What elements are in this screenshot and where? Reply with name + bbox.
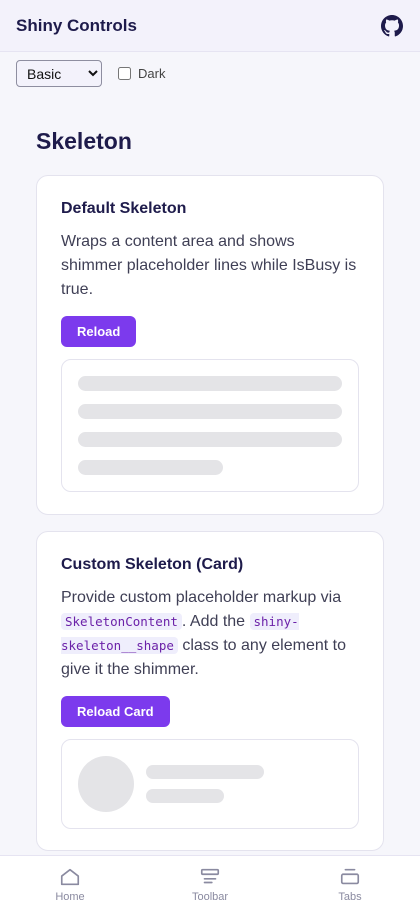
custom-skeleton-card: Custom Skeleton (Card) Provide custom pl… xyxy=(36,531,384,851)
skeleton-line xyxy=(78,404,342,419)
card-description: Provide custom placeholder markup via Sk… xyxy=(61,586,359,682)
github-icon[interactable] xyxy=(380,14,404,38)
skeleton-line xyxy=(146,789,224,803)
reload-button[interactable]: Reload xyxy=(61,316,137,347)
nav-label: Tabs xyxy=(338,890,362,903)
dark-label: Dark xyxy=(138,66,166,81)
toolbar-icon xyxy=(200,868,220,883)
skeleton-line xyxy=(78,432,342,447)
app-header: Shiny Controls xyxy=(0,0,420,52)
reload-card-button[interactable]: Reload Card xyxy=(61,696,170,727)
default-skeleton-card: Default Skeleton Wraps a content area an… xyxy=(36,175,384,515)
nav-item-toolbar[interactable]: Toolbar xyxy=(150,866,270,903)
card-title: Default Skeleton xyxy=(61,200,187,217)
skeleton-placeholder xyxy=(61,359,359,492)
bottom-nav: Home Toolbar Tabs xyxy=(0,855,420,912)
skeleton-line xyxy=(146,765,264,779)
skeleton-line xyxy=(78,376,342,391)
nav-item-home[interactable]: Home xyxy=(10,866,130,903)
nav-label: Home xyxy=(55,890,85,903)
skeleton-lines xyxy=(146,765,264,803)
tabs-icon xyxy=(340,868,360,884)
app-title: Shiny Controls xyxy=(16,15,137,35)
dark-checkbox[interactable] xyxy=(118,67,131,80)
dark-toggle[interactable]: Dark xyxy=(118,66,165,81)
card-title: Custom Skeleton (Card) xyxy=(61,556,244,573)
nav-label: Toolbar xyxy=(191,890,229,903)
page-title: Skeleton xyxy=(36,128,132,154)
theme-select[interactable]: Basic xyxy=(16,60,102,87)
skeleton-avatar xyxy=(78,756,134,812)
desc-text: Provide custom placeholder markup via xyxy=(61,589,342,606)
skeleton-line xyxy=(78,460,224,475)
nav-item-tabs[interactable]: Tabs xyxy=(290,866,410,903)
toolbar-controls: Basic Dark xyxy=(16,60,165,87)
card-description: Wraps a content area and shows shimmer p… xyxy=(61,233,357,298)
code-skeleton-content: SkeletonContent xyxy=(61,613,182,630)
desc-text: . Add the xyxy=(181,613,250,630)
home-icon xyxy=(60,868,80,885)
skeleton-card-placeholder xyxy=(61,739,359,829)
